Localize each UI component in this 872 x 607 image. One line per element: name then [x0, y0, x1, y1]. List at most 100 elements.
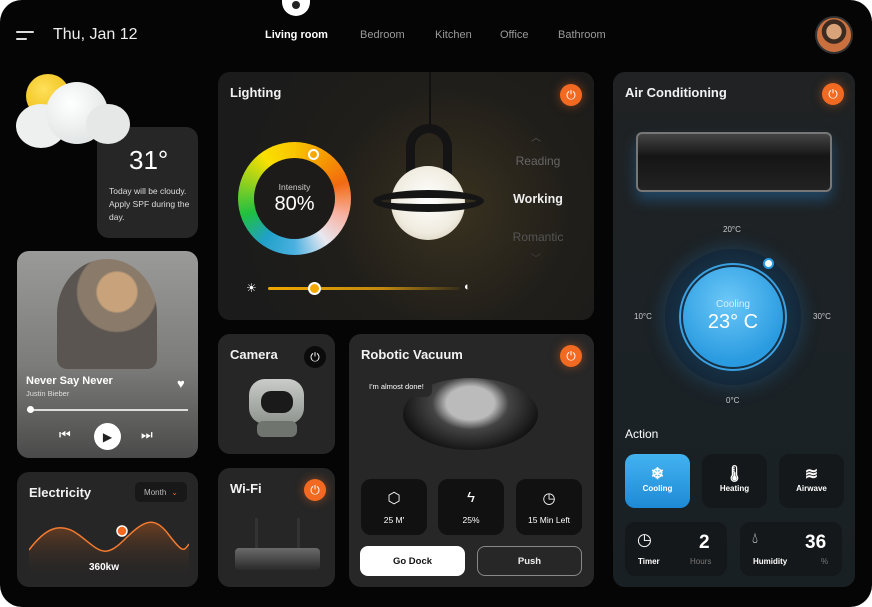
push-button[interactable]: Push — [477, 546, 582, 576]
clock-icon: ◷ — [542, 490, 556, 507]
music-card: Never Say Never Justin Bieber ♥ ⏮ ▶ ⏭ — [17, 251, 198, 458]
heating-button[interactable]: 🌡︎ Heating — [702, 454, 767, 508]
chevron-down-icon: ⌄ — [171, 487, 178, 497]
brightness-icon: ☀ — [246, 281, 257, 295]
timer-unit: Hours — [690, 557, 712, 566]
intensity-value: 80% — [274, 193, 315, 215]
stat-time: ◷ 15 Min Left — [516, 479, 582, 535]
ac-power-button[interactable]: ⏻ — [822, 83, 844, 105]
electricity-value: 360kw — [89, 562, 120, 573]
wifi-card: Wi-Fi ⏻ — [218, 468, 335, 587]
avatar[interactable] — [815, 16, 853, 54]
electricity-card: Electricity Month ⌄ 360kw — [17, 472, 198, 587]
period-select[interactable]: Month ⌄ — [135, 482, 187, 502]
next-icon[interactable]: ⏭ — [141, 427, 153, 443]
ac-temperature: 23° C — [707, 311, 759, 333]
scale-bottom: 0°C — [726, 396, 740, 405]
mode-working[interactable]: Working — [498, 192, 578, 206]
dial-handle[interactable] — [763, 258, 774, 269]
tab-bathroom[interactable]: Bathroom — [558, 29, 606, 41]
camera-device — [249, 379, 304, 439]
brightness-slider[interactable] — [268, 282, 460, 295]
lighting-title: Lighting — [230, 85, 282, 100]
stat-battery: ϟ 25% — [438, 479, 504, 535]
dashboard: Thu, Jan 12 Living room Bedroom Kitchen … — [0, 0, 872, 607]
chevron-down-icon[interactable]: ﹀ — [531, 250, 541, 265]
wifi-power-button[interactable]: ⏻ — [304, 479, 326, 501]
scale-left: 10°C — [634, 312, 652, 321]
wifi-title: Wi-Fi — [230, 481, 262, 496]
timer-value: 2 — [699, 532, 710, 553]
temperature-dial[interactable]: Cooling 23° C — [665, 249, 801, 385]
snowflake-icon: ❄ — [650, 466, 665, 483]
camera-notch — [282, 0, 310, 16]
action-label: Airwave — [796, 484, 827, 493]
camera-power-button[interactable]: ⏻ — [304, 346, 326, 368]
timer-tile[interactable]: ◷ Timer 2 Hours — [625, 522, 727, 576]
ac-title: Air Conditioning — [625, 85, 727, 100]
mode-reading[interactable]: Reading — [498, 154, 578, 168]
pendant-lamp — [373, 72, 485, 247]
vacuum-card: Robotic Vacuum ⏻ I'm almost done! ⬡ 25 M'… — [349, 334, 594, 587]
play-button[interactable]: ▶ — [94, 423, 121, 450]
stat-value: 25 M' — [383, 515, 405, 525]
tab-kitchen[interactable]: Kitchen — [435, 29, 472, 41]
brightness-handle[interactable] — [308, 282, 321, 295]
timer-label: Timer — [638, 557, 660, 566]
album-art — [57, 259, 157, 369]
intensity-label: Intensity — [278, 182, 311, 192]
ac-card: Air Conditioning ⏻ 20°C 10°C 30°C 0°C Co… — [613, 72, 855, 587]
action-label: Heating — [719, 484, 750, 493]
droplets-icon: 💧︎ — [752, 530, 759, 547]
menu-icon[interactable] — [16, 31, 34, 41]
ac-unit — [636, 132, 832, 192]
contrast-icon: ◐ — [464, 281, 471, 293]
partly-cloudy-icon — [16, 74, 132, 154]
go-dock-button[interactable]: Go Dock — [360, 546, 465, 576]
stat-area: ⬡ 25 M' — [361, 479, 427, 535]
period-value: Month — [144, 487, 167, 497]
scale-right: 30°C — [813, 312, 831, 321]
chevron-up-icon[interactable]: ︿ — [531, 129, 541, 144]
mode-romantic[interactable]: Romantic — [498, 230, 578, 244]
lighting-power-button[interactable]: ⏻ — [560, 84, 582, 106]
humidity-label: Humidity — [753, 557, 788, 566]
action-title: Action — [625, 427, 659, 441]
vacuum-message: I'm almost done! — [361, 376, 432, 397]
humidity-tile[interactable]: 💧︎ Humidity 36 % — [740, 522, 842, 576]
camera-title: Camera — [230, 347, 278, 362]
tab-office[interactable]: Office — [500, 29, 529, 41]
ac-mode-label: Cooling — [716, 299, 750, 310]
cube-icon: ⬡ — [387, 490, 401, 507]
humidity-unit: % — [821, 557, 829, 566]
clock-icon: ◷ — [637, 530, 652, 549]
bolt-icon: ϟ — [467, 489, 475, 506]
stat-value: 25% — [462, 515, 480, 525]
heart-icon[interactable]: ♥ — [177, 376, 185, 391]
date: Thu, Jan 12 — [53, 26, 138, 43]
temperature: 31° — [129, 145, 169, 175]
artist: Justin Bieber — [26, 389, 70, 398]
camera-card: Camera ⏻ — [218, 334, 335, 454]
airwave-button[interactable]: ≋ Airwave — [779, 454, 844, 508]
previous-icon[interactable]: ⏮ — [59, 427, 71, 443]
stat-value: 15 Min Left — [527, 515, 571, 525]
progress-handle[interactable] — [27, 406, 34, 413]
progress-bar[interactable] — [27, 406, 188, 413]
song-title: Never Say Never — [26, 375, 113, 387]
electricity-point — [116, 525, 128, 537]
thermometer-icon: 🌡︎ — [724, 466, 745, 483]
wind-icon: ≋ — [804, 466, 819, 483]
vacuum-title: Robotic Vacuum — [361, 347, 463, 362]
color-wheel-handle[interactable] — [308, 149, 319, 160]
vacuum-power-button[interactable]: ⏻ — [560, 345, 582, 367]
router-device — [235, 518, 320, 573]
tab-living-room[interactable]: Living room — [265, 29, 328, 41]
lighting-card: Lighting ⏻ Intensity 80% ︿ Reading Worki… — [218, 72, 594, 320]
electricity-title: Electricity — [29, 485, 92, 500]
humidity-value: 36 — [805, 532, 827, 553]
action-label: Cooling — [642, 484, 673, 493]
weather-text: Today will be cloudy. Apply SPF during t… — [109, 186, 190, 222]
cooling-button[interactable]: ❄ Cooling — [625, 454, 690, 508]
tab-bedroom[interactable]: Bedroom — [360, 29, 405, 41]
